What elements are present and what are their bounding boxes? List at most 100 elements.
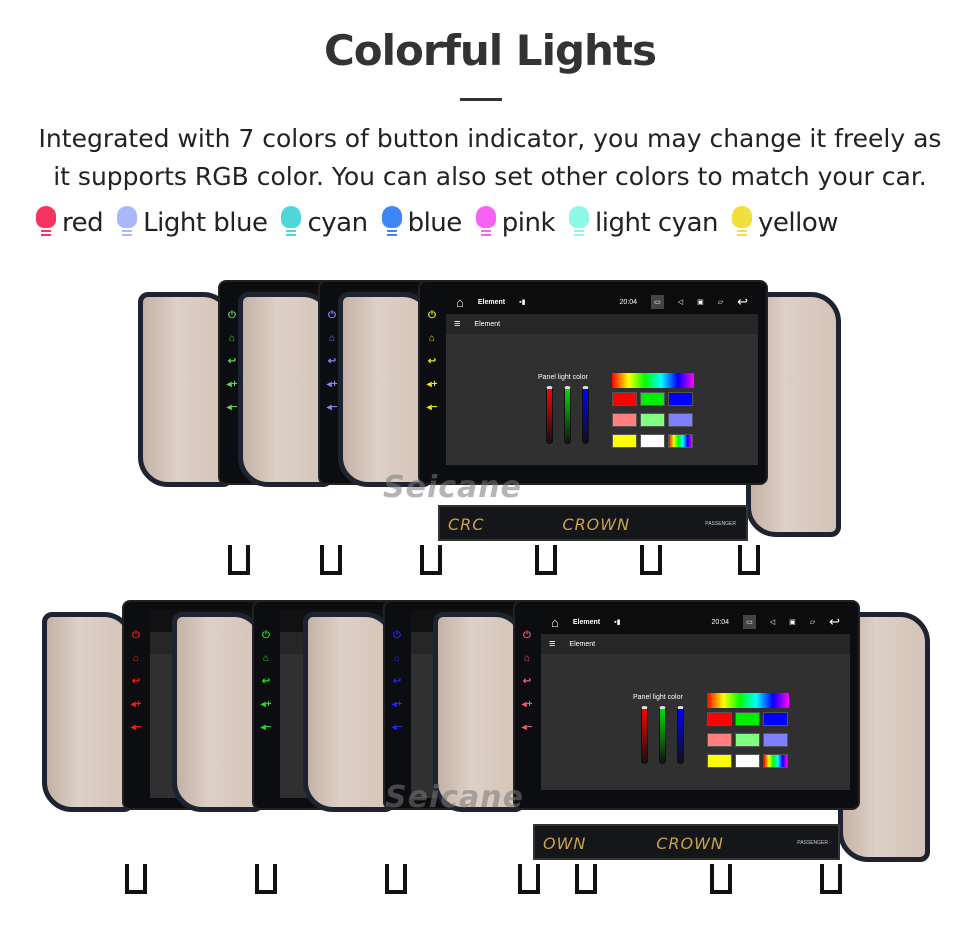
crown-badge: CROWN <box>656 834 724 853</box>
color-swatch <box>707 712 732 726</box>
slider-red <box>641 706 648 764</box>
panel-light-label: Panel light color <box>633 694 683 701</box>
window-icon: ▱ <box>717 299 724 306</box>
menu-bar: ≡ Element <box>446 314 758 334</box>
menu-title: Element <box>474 320 501 328</box>
panel-button-icon: ⏻ <box>428 310 436 321</box>
color-swatch <box>763 754 788 768</box>
menu-icon: ≡ <box>549 638 556 650</box>
button-strip: ⏻ ⌂ ↩ ◂+ ◂− <box>385 602 409 808</box>
panel-button-icon: ◂+ <box>226 379 238 390</box>
watermark: Seicane <box>383 470 522 505</box>
panel-button-icon: ⏻ <box>228 310 236 321</box>
button-strip: ⏻ ⌂ ↩ ◂+ ◂− <box>124 602 148 808</box>
menu-icon: ≡ <box>454 318 461 330</box>
button-strip: ⏻ ⌂ ↩ ◂+ ◂− <box>420 282 444 483</box>
color-swatch <box>612 413 637 427</box>
back-icon: ↩ <box>737 294 748 309</box>
mounting-bracket <box>125 864 147 894</box>
mounting-bracket <box>710 864 732 894</box>
panel-button-icon: ⏻ <box>393 630 401 641</box>
panel-button-icon: ⏻ <box>132 630 140 641</box>
color-swatch <box>707 754 732 768</box>
home-icon: ⌂ <box>551 614 559 630</box>
clock: 20:04 <box>619 298 638 306</box>
status-bar: ⌂ Element ▪▮ 20:04 ▭ ◁ ▣ ▱ ↩ <box>541 610 850 634</box>
hue-bar <box>707 693 789 708</box>
slider-green <box>659 706 666 764</box>
storage-icon: ▪▮ <box>614 619 621 626</box>
crown-badge-partial: CRC <box>448 515 485 534</box>
color-swatch <box>640 392 665 406</box>
badge-band: CRC CROWN PASSENGER <box>438 505 748 541</box>
panel-button-icon: ↩ <box>327 356 337 367</box>
app-title: Element <box>477 298 506 306</box>
panel-button-icon: ⌂ <box>132 653 140 664</box>
panel-button-icon: ⏻ <box>262 630 270 641</box>
side-panel <box>303 612 395 812</box>
head-unit-frame: ⏻ ⌂ ↩ ◂+ ◂− ⌂ Element ▪▮ 20:04 ▭ ◁ ▣ ▱ ↩ ≡ Element Panel… <box>513 600 860 810</box>
volume-icon: ◁ <box>769 619 776 626</box>
color-swatch <box>640 413 665 427</box>
slider-blue <box>677 706 684 764</box>
color-swatch <box>735 733 760 747</box>
crown-badge: CROWN <box>562 515 631 534</box>
mounting-bracket <box>575 864 597 894</box>
screen-icon: ▭ <box>651 295 664 309</box>
panel-button-icon: ⌂ <box>228 333 236 344</box>
clock: 20:04 <box>711 618 730 626</box>
panel-button-icon: ◂− <box>426 402 438 413</box>
panel-button-icon: ◂− <box>226 402 238 413</box>
panel-button-icon: ⌂ <box>328 333 336 344</box>
color-swatch <box>763 712 788 726</box>
home-icon: ⌂ <box>456 294 464 310</box>
app-title: Element <box>572 618 601 626</box>
color-swatch <box>735 754 760 768</box>
panel-button-icon: ↩ <box>427 356 437 367</box>
color-swatch <box>668 434 693 448</box>
mounting-bracket <box>255 864 277 894</box>
screen-icon: ▭ <box>743 615 756 629</box>
front-screen: ⌂ Element ▪▮ 20:04 ▭ ◁ ▣ ▱ ↩ ≡ Element Panel light … <box>446 290 758 465</box>
media-icon: ▣ <box>697 299 704 306</box>
side-panel <box>42 612 134 812</box>
panel-button-icon: ⏻ <box>328 310 336 321</box>
panel-button-icon: ⌂ <box>393 653 401 664</box>
hue-bar <box>612 373 694 388</box>
panel-button-icon: ◂− <box>521 722 533 733</box>
button-strip: ⏻ ⌂ ↩ ◂+ ◂− <box>515 602 539 808</box>
color-swatch <box>668 413 693 427</box>
passenger-airbag-label: PASSENGER <box>705 521 736 527</box>
mounting-bracket <box>518 864 540 894</box>
panel-button-icon: ↩ <box>522 676 532 687</box>
status-bar: ⌂ Element ▪▮ 20:04 ▭ ◁ ▣ ▱ ↩ <box>446 290 758 314</box>
panel-button-icon: ⏻ <box>523 630 531 641</box>
menu-title: Element <box>569 640 596 648</box>
panel-button-icon: ◂− <box>391 722 403 733</box>
storage-icon: ▪▮ <box>519 299 526 306</box>
panel-button-icon: ◂+ <box>426 379 438 390</box>
panel-button-icon: ⌂ <box>262 653 270 664</box>
slider-blue <box>582 386 589 444</box>
color-swatch <box>640 434 665 448</box>
panel-button-icon: ↩ <box>261 676 271 687</box>
panel-button-icon: ↩ <box>131 676 141 687</box>
color-swatch <box>668 392 693 406</box>
panel-button-icon: ◂− <box>130 722 142 733</box>
color-swatch <box>612 434 637 448</box>
panel-button-icon: ⌂ <box>523 653 531 664</box>
color-swatch <box>612 392 637 406</box>
mounting-bracket <box>820 864 842 894</box>
front-screen: ⌂ Element ▪▮ 20:04 ▭ ◁ ▣ ▱ ↩ ≡ Element Panel light … <box>541 610 850 790</box>
volume-icon: ◁ <box>677 299 684 306</box>
back-icon: ↩ <box>829 614 840 629</box>
passenger-airbag-label: PASSENGER <box>797 840 828 846</box>
panel-button-icon: ⌂ <box>428 333 436 344</box>
crown-badge-partial: OWN <box>543 834 587 853</box>
watermark: Seicane <box>385 780 524 815</box>
mounting-bracket <box>385 864 407 894</box>
panel-light-label: Panel light color <box>538 374 588 381</box>
panel-button-icon: ◂− <box>260 722 272 733</box>
panel-button-icon: ◂+ <box>326 379 338 390</box>
color-swatch <box>707 733 732 747</box>
